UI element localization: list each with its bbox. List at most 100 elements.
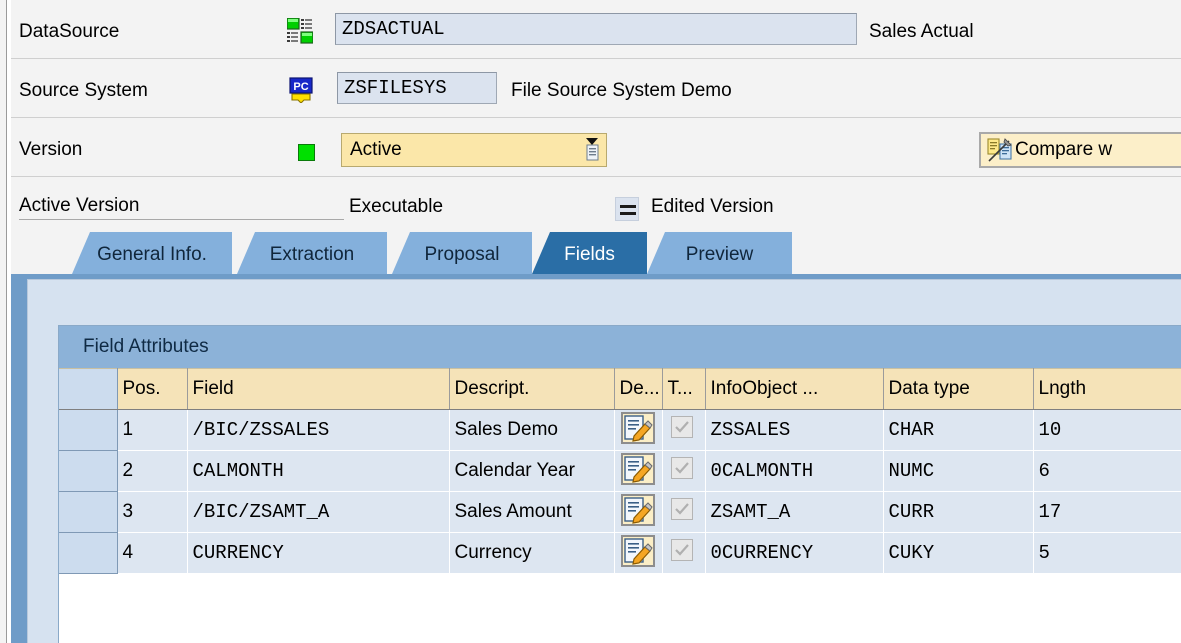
tab-general-info[interactable]: General Info. [72, 232, 232, 274]
column-header-data-type[interactable]: Data type [883, 369, 1033, 410]
tabstrip: General Info. Extraction Proposal Fields… [11, 232, 1181, 274]
cell-infoobject: ZSAMT_A [705, 492, 883, 533]
edit-pencil-icon[interactable] [621, 453, 655, 485]
row-selector[interactable] [59, 451, 117, 492]
sap-datasource-screen: DataSource ZDSACTUAL Sales Actual [0, 0, 1181, 643]
cell-infoobject: 0CALMONTH [705, 451, 883, 492]
cell-lngth: 10 [1033, 410, 1181, 451]
row-selector[interactable] [59, 410, 117, 451]
equals-icon [615, 197, 639, 221]
column-header-t[interactable]: T... [662, 369, 705, 410]
active-version-label: Active Version [19, 193, 344, 220]
tab-label: Extraction [270, 244, 354, 265]
column-header-descript[interactable]: Descript. [449, 369, 614, 410]
cell-pos: 2 [117, 451, 187, 492]
row-selector[interactable] [59, 492, 117, 533]
field-attributes-table: Pos. Field Descript. De... T... InfoObje… [59, 368, 1181, 574]
form-row-version: Version Active [11, 118, 1181, 164]
chevron-down-icon[interactable] [583, 137, 601, 161]
table-row[interactable]: 2 CALMONTH Calendar Year [59, 451, 1181, 492]
tab-fields[interactable]: Fields [532, 232, 647, 274]
cell-pos: 1 [117, 410, 187, 451]
form-row-source-system: Source System PC ZSFILESYS File Source S… [11, 59, 1181, 105]
transfer-checkbox[interactable] [671, 539, 693, 561]
cell-t[interactable] [662, 492, 705, 533]
column-header-infoobject[interactable]: InfoObject ... [705, 369, 883, 410]
cell-descript: Sales Demo [449, 410, 614, 451]
column-header-de[interactable]: De... [614, 369, 662, 410]
cell-infoobject: 0CURRENCY [705, 533, 883, 574]
cell-data-type: CUKY [883, 533, 1033, 574]
transfer-checkbox[interactable] [671, 416, 693, 438]
cell-de[interactable] [614, 451, 662, 492]
table-row[interactable]: 1 /BIC/ZSSALES Sales Demo [59, 410, 1181, 451]
cell-field: /BIC/ZSSALES [187, 410, 449, 451]
header-form: DataSource ZDSACTUAL Sales Actual [11, 0, 1181, 228]
cell-field: CALMONTH [187, 451, 449, 492]
compare-icon [987, 137, 1013, 163]
cell-data-type: NUMC [883, 451, 1033, 492]
cell-lngth: 5 [1033, 533, 1181, 574]
datasource-icon [287, 18, 313, 44]
column-header-field[interactable]: Field [187, 369, 449, 410]
source-system-input[interactable]: ZSFILESYS [337, 72, 497, 104]
cell-field: /BIC/ZSAMT_A [187, 492, 449, 533]
tab-label: Fields [564, 244, 615, 265]
cell-data-type: CURR [883, 492, 1033, 533]
row-select-header[interactable] [59, 369, 117, 410]
green-status-icon [298, 144, 315, 161]
cell-descript: Sales Amount [449, 492, 614, 533]
edited-version-label: Edited Version [651, 197, 774, 216]
cell-field: CURRENCY [187, 533, 449, 574]
field-attributes-title: Field Attributes [59, 326, 1181, 368]
cell-t[interactable] [662, 533, 705, 574]
cell-lngth: 17 [1033, 492, 1181, 533]
edit-pencil-icon[interactable] [621, 412, 655, 444]
svg-text:PC: PC [293, 81, 308, 93]
table-row[interactable]: 3 /BIC/ZSAMT_A Sales Amount [59, 492, 1181, 533]
source-system-label: Source System [19, 81, 148, 100]
version-dropdown[interactable]: Active [341, 133, 607, 167]
window-left-edge [0, 0, 7, 643]
tab-preview[interactable]: Preview [647, 232, 792, 274]
tab-label: General Info. [97, 244, 207, 265]
cell-de[interactable] [614, 492, 662, 533]
cell-lngth: 6 [1033, 451, 1181, 492]
source-system-icon: PC [289, 77, 315, 103]
source-system-description: File Source System Demo [511, 81, 732, 100]
compare-button-label: Compare w [1015, 139, 1112, 161]
tab-extraction[interactable]: Extraction [237, 232, 387, 274]
compare-button[interactable]: Compare w [979, 132, 1181, 168]
cell-descript: Currency [449, 533, 614, 574]
version-label: Version [19, 140, 82, 159]
column-header-lngth[interactable]: Lngth [1033, 369, 1181, 410]
tab-label: Preview [686, 244, 754, 265]
cell-descript: Calendar Year [449, 451, 614, 492]
form-row-status: Active Version Executable Edited Version [11, 177, 1181, 227]
column-header-pos[interactable]: Pos. [117, 369, 187, 410]
datasource-label: DataSource [19, 22, 119, 41]
cell-infoobject: ZSSALES [705, 410, 883, 451]
cell-de[interactable] [614, 533, 662, 574]
datasource-input[interactable]: ZDSACTUAL [335, 13, 857, 45]
form-row-datasource: DataSource ZDSACTUAL Sales Actual [11, 0, 1181, 46]
row-selector[interactable] [59, 533, 117, 574]
fields-panel-inner: Field Attributes [27, 279, 1181, 643]
table-row[interactable]: 4 CURRENCY Currency [59, 533, 1181, 574]
cell-pos: 4 [117, 533, 187, 574]
edit-pencil-icon[interactable] [621, 494, 655, 526]
tab-proposal[interactable]: Proposal [392, 232, 532, 274]
cell-de[interactable] [614, 410, 662, 451]
table-header-row: Pos. Field Descript. De... T... InfoObje… [59, 369, 1181, 410]
transfer-checkbox[interactable] [671, 457, 693, 479]
executable-label: Executable [349, 197, 443, 216]
table-body: 1 /BIC/ZSSALES Sales Demo [59, 410, 1181, 574]
cell-t[interactable] [662, 451, 705, 492]
field-attributes-group: Field Attributes [58, 325, 1181, 643]
cell-pos: 3 [117, 492, 187, 533]
edit-pencil-icon[interactable] [621, 535, 655, 567]
datasource-description: Sales Actual [869, 22, 974, 41]
tab-label: Proposal [425, 244, 500, 265]
cell-t[interactable] [662, 410, 705, 451]
transfer-checkbox[interactable] [671, 498, 693, 520]
